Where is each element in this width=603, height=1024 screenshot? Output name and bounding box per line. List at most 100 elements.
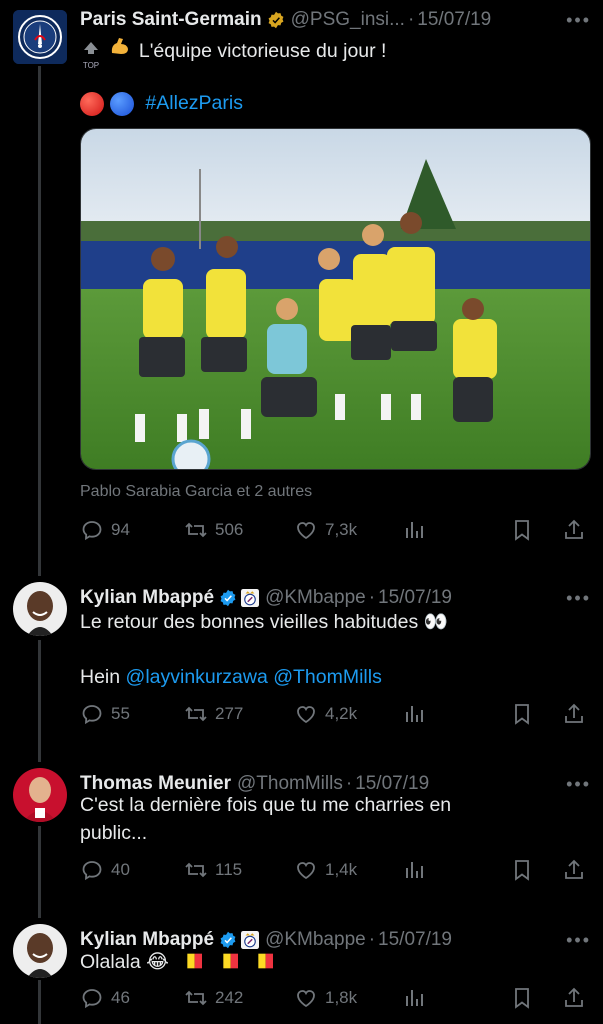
tweet-text-mentions: Hein @layvinkurzawa @ThomMills: [80, 663, 587, 691]
retweet-count: 506: [215, 520, 244, 539]
retweet-button[interactable]: 506: [184, 518, 243, 542]
separator: ·: [368, 587, 376, 608]
avatar[interactable]: [13, 10, 67, 64]
reply-icon: [82, 861, 102, 881]
share-button[interactable]: [562, 986, 593, 1010]
avatar[interactable]: [13, 582, 67, 636]
tweet-actions: 94 506 7,3k: [80, 518, 589, 544]
hashtag-link[interactable]: #AllezParis: [145, 92, 243, 114]
bookmark-icon: [515, 988, 529, 1009]
like-count: 7,3k: [325, 520, 358, 539]
author-handle[interactable]: @KMbappe: [265, 587, 366, 609]
tweet-text-line1: C'est la dernière fois que tu me charrie…: [80, 794, 452, 816]
reply-button[interactable]: 55: [80, 702, 130, 726]
tweet-text-line1: L'équipe victorieuse du jour !: [138, 40, 387, 63]
retweet-button[interactable]: 115: [184, 858, 242, 882]
real-madrid-badge-icon: [241, 931, 260, 949]
author-name[interactable]: Kylian Mbappé: [80, 587, 214, 609]
author-name[interactable]: Paris Saint-Germain: [80, 9, 262, 31]
like-button[interactable]: 4,2k: [294, 702, 357, 726]
tweet-header: Paris Saint-Germain @PSG_insi... · 15/07…: [80, 6, 591, 34]
bookmark-button[interactable]: [510, 702, 541, 726]
reply-count: 55: [111, 704, 130, 723]
views-icon: [406, 862, 423, 878]
share-button[interactable]: [562, 858, 593, 882]
mention-link[interactable]: @ThomMills: [273, 666, 382, 688]
tweet-photo[interactable]: [80, 128, 591, 470]
avatar[interactable]: [13, 924, 67, 978]
mention-link[interactable]: @layvinkurzawa: [126, 666, 268, 688]
bookmark-icon: [515, 704, 529, 725]
real-madrid-badge-icon: [241, 589, 260, 607]
reply-icon: [82, 705, 102, 725]
meunier-avatar-image: [13, 768, 67, 822]
share-icon: [565, 519, 583, 539]
views-button[interactable]: [402, 986, 433, 1010]
verified-icon: [220, 931, 236, 949]
hashtag-line: #AllezParis: [80, 89, 587, 117]
flexed-biceps-icon: [107, 35, 133, 65]
retweet-button[interactable]: 277: [184, 702, 243, 726]
tweet[interactable]: Paris Saint-Germain @PSG_insi... · 15/07…: [0, 0, 603, 560]
tweet-date[interactable]: 15/07/19: [417, 9, 491, 31]
tweet-text-line2: public...: [80, 822, 148, 844]
like-icon: [297, 706, 315, 724]
views-icon: [406, 706, 423, 722]
share-icon: [565, 703, 583, 723]
photo-tags[interactable]: Pablo Sarabia Garcia et 2 autres: [80, 483, 312, 501]
like-count: 1,4k: [325, 860, 358, 879]
reply-button[interactable]: 46: [80, 986, 130, 1010]
like-count: 4,2k: [325, 704, 358, 723]
like-icon: [297, 862, 315, 880]
tweet[interactable]: Kylian Mbappé @KMbappe · 15/07/19 ••• Ol…: [0, 920, 603, 1024]
share-icon: [565, 987, 583, 1007]
tweet-text: TOP L'équipe victorieuse du jour !: [80, 34, 587, 70]
author-handle[interactable]: @PSG_insi...: [291, 9, 405, 31]
views-button[interactable]: [402, 702, 433, 726]
tweet-text: Olalala 😂: [80, 948, 587, 977]
tweet-text: C'est la dernière fois que tu me charrie…: [80, 791, 587, 847]
separator: ·: [407, 9, 415, 30]
views-button[interactable]: [402, 518, 433, 542]
more-options-icon[interactable]: •••: [566, 10, 591, 31]
avatar[interactable]: [13, 768, 67, 822]
reply-count: 40: [111, 860, 130, 879]
reply-button[interactable]: 40: [80, 858, 130, 882]
like-button[interactable]: 1,4k: [294, 858, 357, 882]
bookmark-button[interactable]: [510, 858, 541, 882]
retweet-button[interactable]: 242: [184, 986, 243, 1010]
more-options-icon[interactable]: •••: [566, 588, 591, 609]
tweet-actions: 40 115 1,4k: [80, 858, 589, 884]
team-photo-image: [81, 129, 590, 469]
reply-icon: [82, 521, 102, 541]
retweet-count: 277: [215, 704, 244, 723]
tweet-text: Le retour des bonnes vieilles habitudes …: [80, 608, 587, 636]
like-button[interactable]: 7,3k: [294, 518, 357, 542]
retweet-icon: [185, 862, 207, 878]
belgian-flag-icon: [215, 949, 238, 977]
tweet-date[interactable]: 15/07/19: [378, 587, 452, 609]
tweet-actions: 46 242 1,8k: [80, 986, 589, 1012]
red-circle-icon: [80, 91, 104, 116]
share-button[interactable]: [562, 518, 593, 542]
views-button[interactable]: [402, 858, 433, 882]
views-icon: [406, 522, 423, 538]
tweet-text-prefix: Hein: [80, 666, 121, 688]
like-icon: [297, 522, 315, 540]
bookmark-button[interactable]: [510, 518, 541, 542]
bookmark-icon: [515, 860, 529, 881]
tweet-actions: 55 277 4,2k: [80, 702, 589, 728]
reply-count: 94: [111, 520, 130, 539]
mbappe-avatar-image: [13, 582, 67, 636]
reply-button[interactable]: 94: [80, 518, 130, 542]
tweet-text-line1: Le retour des bonnes vieilles habitudes …: [80, 611, 448, 633]
views-icon: [406, 990, 423, 1006]
bookmark-button[interactable]: [510, 986, 541, 1010]
blue-circle-icon: [110, 91, 134, 116]
retweet-count: 115: [215, 860, 243, 879]
tweet[interactable]: Thomas Meunier @ThomMills · 15/07/19 •••…: [0, 764, 603, 914]
tweet[interactable]: Kylian Mbappé @KMbappe · 15/07/19 ••• Le…: [0, 578, 603, 738]
retweet-icon: [185, 990, 207, 1006]
share-button[interactable]: [562, 702, 593, 726]
like-button[interactable]: 1,8k: [294, 986, 357, 1010]
